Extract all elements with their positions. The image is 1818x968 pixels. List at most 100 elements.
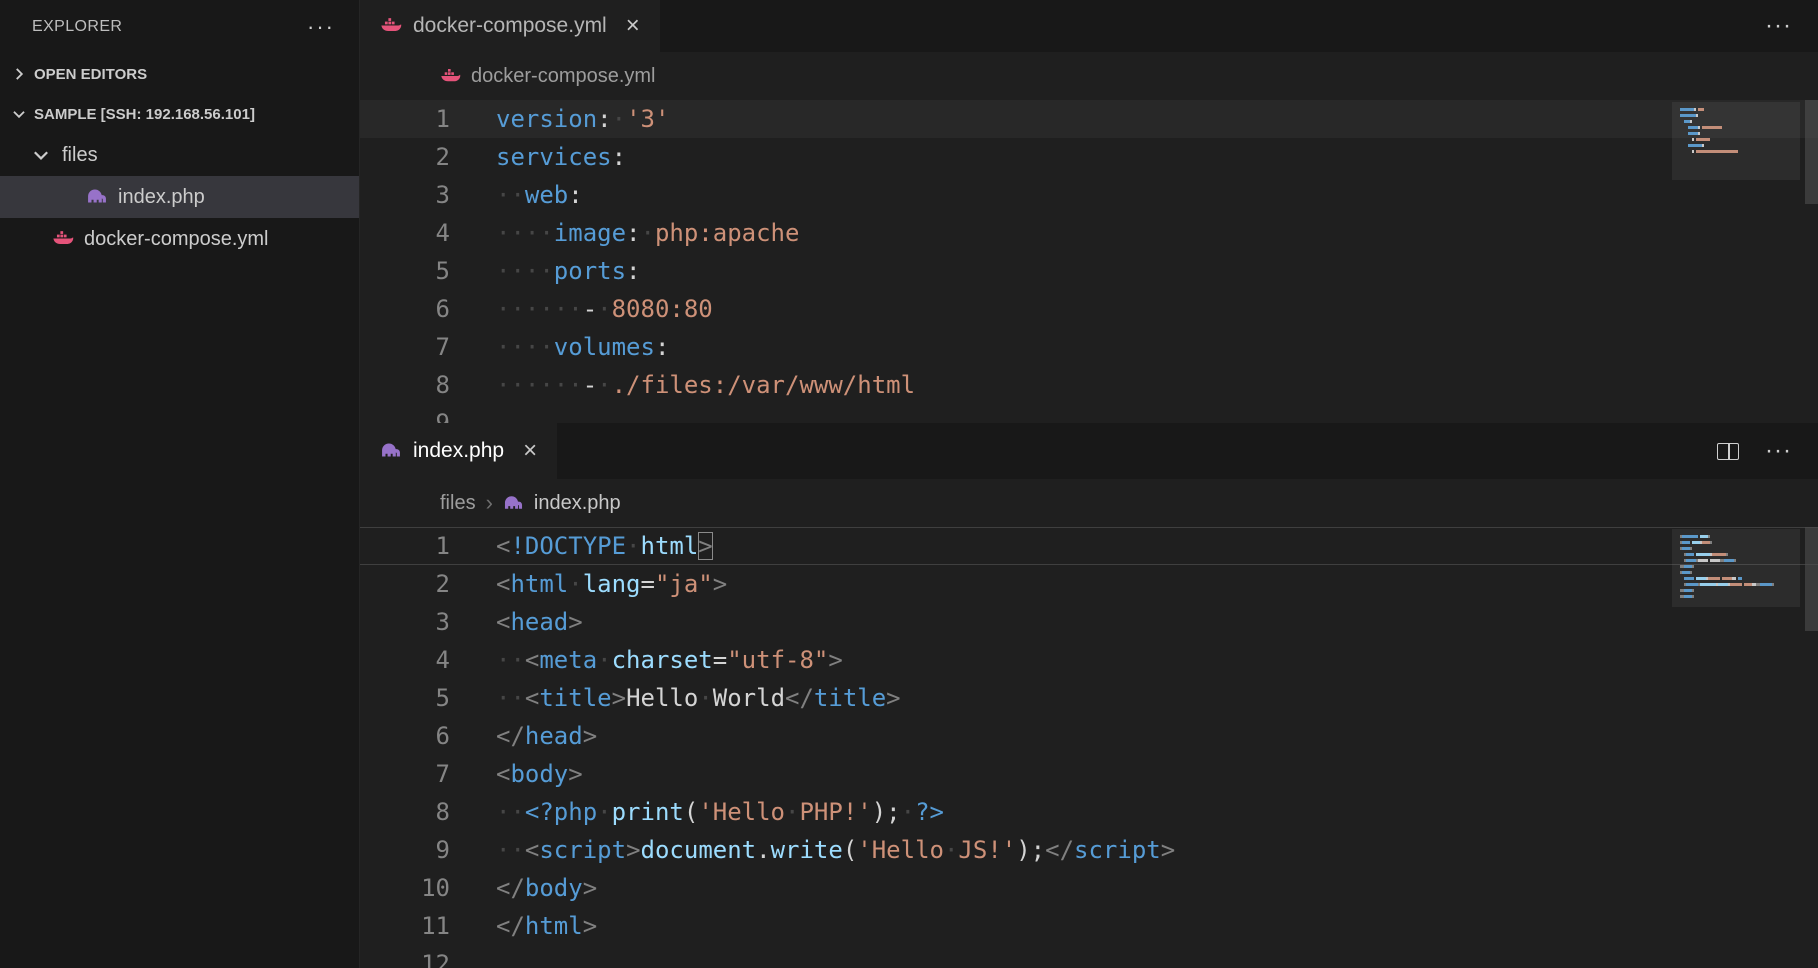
- scrollbar[interactable]: [1805, 100, 1818, 204]
- code-line[interactable]: 12: [360, 945, 1818, 968]
- tree-item-files[interactable]: files: [0, 134, 359, 176]
- explorer-sidebar: EXPLORER ··· OPEN EDITORS SAMPLE [SSH: 1…: [0, 0, 360, 968]
- more-actions-icon[interactable]: ···: [1765, 21, 1792, 31]
- code-line[interactable]: 4··<meta·charset="utf-8">: [360, 641, 1818, 679]
- code-token: >: [583, 722, 597, 750]
- section-label: OPEN EDITORS: [34, 66, 147, 83]
- docker-icon: [440, 66, 461, 87]
- code-line[interactable]: 11</html>: [360, 907, 1818, 945]
- code-token: </: [1045, 836, 1074, 864]
- code-line[interactable]: 7<body>: [360, 755, 1818, 793]
- section-open-editors[interactable]: OPEN EDITORS: [0, 54, 359, 94]
- code-token: ··: [496, 684, 525, 712]
- code-line[interactable]: 1 version:·'3': [360, 100, 1818, 138]
- code-line[interactable]: 9··<script>document.write('Hello·JS!');<…: [360, 831, 1818, 869]
- php-icon: [86, 186, 108, 208]
- line-number: 8: [360, 366, 450, 404]
- split-editor-icon[interactable]: [1717, 443, 1739, 460]
- code-line[interactable]: 1<!DOCTYPE·html>: [360, 527, 1818, 565]
- tab-index-php[interactable]: index.php ×: [360, 423, 557, 479]
- tab-bar: index.php × ···: [360, 423, 1818, 479]
- code-token: "utf-8": [727, 646, 828, 674]
- line-number: 8: [360, 793, 450, 831]
- line-number: 11: [360, 907, 450, 945]
- code-line[interactable]: 2<html·lang="ja">: [360, 565, 1818, 603]
- code-area[interactable]: 1 version:·'3'2services:3··web:4····image…: [360, 100, 1818, 423]
- code-token: ·: [698, 684, 712, 712]
- code-line[interactable]: 6</head>: [360, 717, 1818, 755]
- code-text: ··<title>Hello·World</title>: [496, 679, 901, 717]
- breadcrumb-item[interactable]: docker-compose.yml: [471, 65, 656, 88]
- code-token: <: [525, 646, 539, 674]
- code-line[interactable]: 3<head>: [360, 603, 1818, 641]
- tab-label: docker-compose.yml: [413, 14, 607, 38]
- line-number: 5: [360, 252, 450, 290]
- code-token: 8080:80: [612, 295, 713, 323]
- code-token: ./files:/var/www/html: [612, 371, 915, 399]
- code-text: <html·lang="ja">: [496, 565, 727, 603]
- code-token: html: [525, 912, 583, 940]
- chevron-right-icon: [10, 65, 28, 83]
- editor-actions: ···: [1717, 423, 1818, 479]
- line-number: 9: [360, 831, 450, 869]
- line-number: 7: [360, 328, 450, 366]
- code-line[interactable]: 8······-·./files:/var/www/html: [360, 366, 1818, 404]
- code-token: </: [496, 912, 525, 940]
- code-token: ··: [496, 836, 525, 864]
- code-area[interactable]: 1<!DOCTYPE·html>2<html·lang="ja">3<head>…: [360, 527, 1818, 968]
- explorer-title: EXPLORER: [32, 18, 122, 36]
- tab-docker-compose-yml[interactable]: docker-compose.yml ×: [360, 0, 660, 52]
- code-line[interactable]: 3··web:: [360, 176, 1818, 214]
- code-token: (: [843, 836, 857, 864]
- code-line[interactable]: 4····image:·php:apache: [360, 214, 1818, 252]
- code-line[interactable]: 2services:: [360, 138, 1818, 176]
- code-line[interactable]: 5····ports:: [360, 252, 1818, 290]
- code-text: <head>: [496, 603, 583, 641]
- more-actions-icon[interactable]: ···: [307, 22, 335, 32]
- code-text: services:: [496, 138, 626, 176]
- line-number: 1: [360, 100, 450, 138]
- code-token: php:apache: [655, 219, 800, 247]
- section-workspace[interactable]: SAMPLE [SSH: 192.168.56.101]: [0, 94, 359, 134]
- code-token: :: [568, 181, 582, 209]
- code-token: (: [684, 798, 698, 826]
- line-number: 10: [360, 869, 450, 907]
- scrollbar[interactable]: [1805, 527, 1818, 631]
- breadcrumb-item[interactable]: index.php: [534, 492, 621, 515]
- minimap-line: [1680, 547, 1792, 550]
- code-text: ··<?php·print('Hello·PHP!');·?>: [496, 793, 944, 831]
- line-number: 5: [360, 679, 450, 717]
- code-line[interactable]: 5 ··<title>Hello·World</title>: [360, 679, 1818, 717]
- minimap-line: [1680, 156, 1792, 159]
- code-text: </body>: [496, 869, 597, 907]
- code-token: :: [597, 105, 611, 133]
- code-text: ··<meta·charset="utf-8">: [496, 641, 843, 679]
- code-token: >: [583, 874, 597, 902]
- code-line[interactable]: 10 </body>: [360, 869, 1818, 907]
- code-line[interactable]: 7····volumes:: [360, 328, 1818, 366]
- tree-item-docker-compose-yml[interactable]: docker-compose.yml: [0, 218, 359, 260]
- code-token: >: [698, 532, 712, 560]
- code-token: lang: [583, 570, 641, 598]
- explorer-header: EXPLORER ···: [0, 0, 359, 54]
- more-actions-icon[interactable]: ···: [1765, 446, 1792, 456]
- code-line[interactable]: 8 ··<?php·print('Hello·PHP!');·?>: [360, 793, 1818, 831]
- minimap-line: [1680, 535, 1792, 538]
- code-token: ··: [496, 646, 525, 674]
- close-icon[interactable]: ×: [523, 437, 537, 465]
- minimap[interactable]: [1680, 108, 1792, 159]
- breadcrumb-item[interactable]: files: [440, 492, 476, 515]
- code-line[interactable]: 9: [360, 404, 1818, 423]
- breadcrumb-separator-icon: ›: [486, 490, 493, 516]
- line-number: 7: [360, 755, 450, 793]
- minimap[interactable]: [1680, 535, 1792, 604]
- code-token: ······: [496, 295, 583, 323]
- tree-item-index-php[interactable]: index.php: [0, 176, 359, 218]
- code-token: ····: [496, 257, 554, 285]
- code-token: <: [496, 570, 510, 598]
- minimap-line: [1680, 120, 1792, 123]
- code-text: version:·'3': [496, 100, 669, 138]
- close-icon[interactable]: ×: [626, 12, 640, 40]
- code-token: >: [612, 684, 626, 712]
- code-line[interactable]: 6······-·8080:80: [360, 290, 1818, 328]
